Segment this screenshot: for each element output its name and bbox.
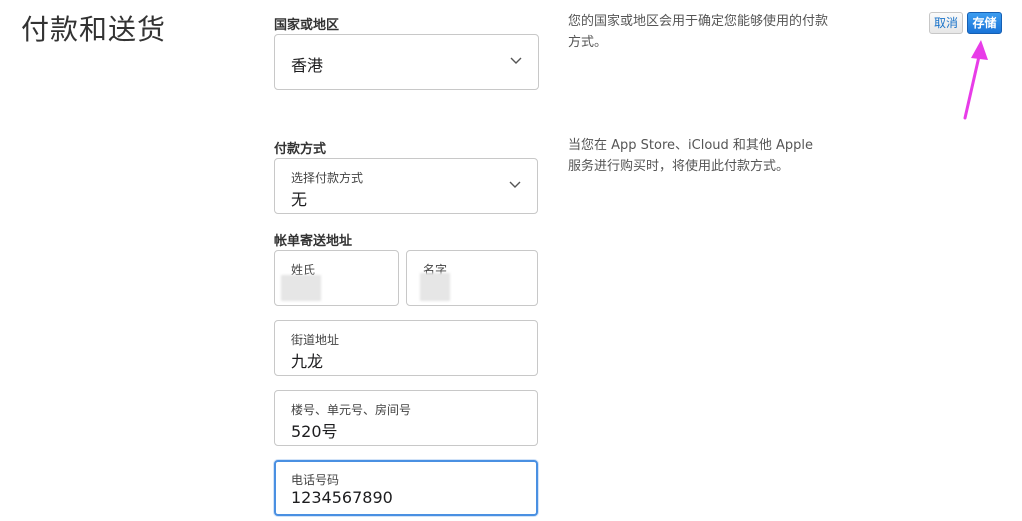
save-button[interactable]: 存储 (967, 12, 1002, 34)
payment-value: 无 (291, 190, 308, 209)
pink-arrow-annotation (963, 40, 988, 120)
street-label: 街道地址 (291, 333, 340, 347)
phone-label: 电话号码 (291, 473, 340, 487)
redacted-last-name (281, 275, 321, 301)
payment-field-label: 选择付款方式 (291, 171, 364, 185)
street-value: 九龙 (291, 352, 324, 371)
phone-field[interactable]: 电话号码 1234567890 (274, 460, 538, 516)
unit-field[interactable]: 楼号、单元号、房间号 520号 (274, 390, 538, 446)
last-name-field[interactable]: 姓氏 (274, 250, 399, 306)
first-name-field[interactable]: 名字 (406, 250, 538, 306)
unit-value: 520号 (291, 422, 338, 441)
unit-label: 楼号、单元号、房间号 (291, 403, 412, 417)
country-select[interactable]: 香港 (274, 34, 539, 90)
country-help-text: 您的国家或地区会用于确定您能够使用的付款方式。 (568, 14, 829, 50)
billing-section-label: 帐单寄送地址 (274, 234, 353, 249)
street-address-field[interactable]: 街道地址 九龙 (274, 320, 538, 376)
phone-value: 1234567890 (291, 488, 393, 507)
payment-help-text: 当您在 App Store、iCloud 和其他 Apple 服务进行购买时，将… (568, 138, 814, 174)
page-title: 付款和送货 (21, 13, 167, 46)
cancel-button[interactable]: 取消 (929, 12, 963, 34)
chevron-down-icon (509, 181, 521, 188)
redacted-first-name (420, 273, 450, 301)
country-section-label: 国家或地区 (274, 18, 340, 33)
payment-method-select[interactable]: 选择付款方式 无 (274, 158, 538, 214)
country-value: 香港 (291, 56, 324, 75)
chevron-down-icon (510, 57, 522, 64)
payment-section-label: 付款方式 (274, 142, 327, 157)
